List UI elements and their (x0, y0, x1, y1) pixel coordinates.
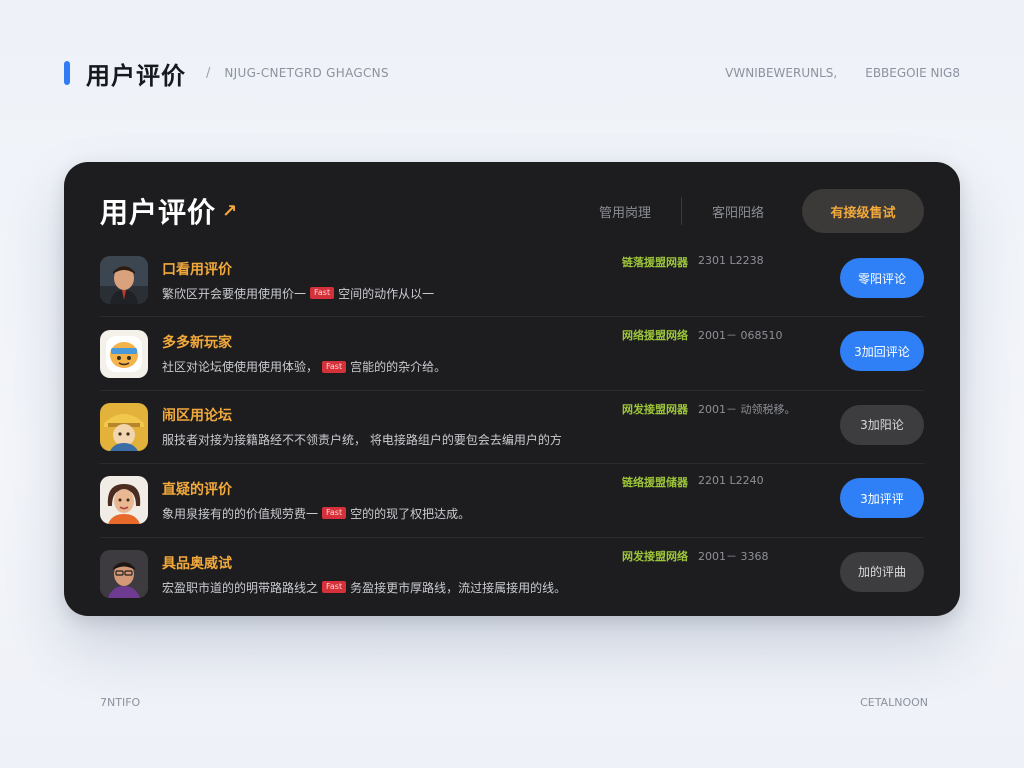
review-text-end: 空的的现了权把达成。 (350, 506, 471, 521)
header-link-1[interactable]: 管用岗理 (569, 202, 681, 221)
review-text-start: 繁欣区开会要使用使用价一 (162, 286, 307, 301)
footer-left-text: 7NTIFO (100, 696, 141, 709)
header-link-2[interactable]: 客阳阳络 (682, 202, 794, 221)
review-tag: Fast (322, 507, 347, 520)
card-header: 用户评价 ↗ 管用岗理 客阳阳络 有接级售试 (100, 188, 924, 234)
review-author: 多多新玩家 (162, 335, 232, 352)
review-status: 链络援盟储器 (622, 476, 688, 490)
avatar (100, 476, 148, 525)
review-tag: Fast (310, 287, 335, 300)
review-list: 口看用评价 繁欣区开会要使用使用价一 Fast 空间的动作从以一 链落援盟网器 … (100, 244, 924, 611)
top-right-link-2[interactable]: EBBEGOIE NIG8 (865, 66, 960, 80)
review-row: 具品奥威试 宏盈职市道的的明带路路线之 Fast 务盈接更市厚路线，流过接属接用… (100, 538, 924, 611)
review-date: 2301 L2238 (698, 254, 764, 267)
review-date: 2001－ 动领税移。 (698, 402, 796, 416)
review-tag: Fast (322, 581, 347, 594)
review-text: 繁欣区开会要使用使用价一 Fast 空间的动作从以一 (162, 285, 924, 302)
review-body: 闹区用论坛 服技者对接为接籍路经不不领责户统， 将电接路组户的要包会去编用户的方 (162, 405, 924, 448)
top-right-link-1[interactable]: VWNIBEWERUNLS, (725, 66, 837, 80)
page-title: 用户评价 (86, 61, 186, 90)
review-status: 网络援盟网络 (622, 329, 688, 343)
review-text-start: 象用泉接有的的价值规劳费一 (162, 506, 319, 521)
review-text-end: 务盈接更市厚路线，流过接属接用的线。 (350, 580, 567, 595)
review-date: 2201 L2240 (698, 474, 764, 488)
review-text-start: 宏盈职市道的的明带路路线之 (162, 580, 319, 595)
review-body: 多多新玩家 社区对论坛使使用使用体验， Fast 宫能的的杂介给。 (162, 332, 924, 375)
review-author: 闹区用论坛 (162, 408, 232, 425)
footer-right-text[interactable]: CETALNOON (860, 696, 928, 709)
review-action-button[interactable]: 3加阳论 (840, 404, 924, 445)
review-text-start: 服技者对接为接籍路经不不领责户统， 将电接路组户的要包会去编用户的方 (162, 433, 562, 448)
review-action-button[interactable]: 加的评曲 (840, 551, 924, 592)
review-tag: Fast (322, 360, 347, 373)
card-header-actions: 管用岗理 客阳阳络 有接级售试 (569, 189, 924, 233)
review-status: 网发接盟网络 (622, 549, 688, 563)
avatar (100, 329, 148, 378)
avatar (100, 256, 148, 305)
review-meta: 网络援盟网络 2001－ 068510 (622, 327, 782, 343)
review-date: 2001－ 3368 (698, 549, 769, 563)
review-text: 社区对论坛使使用使用体验， Fast 宫能的的杂介给。 (162, 358, 924, 375)
review-body: 直疑的评价 象用泉接有的的价值规劳费一 Fast 空的的现了权把达成。 (162, 479, 924, 522)
avatar (100, 550, 148, 599)
header-pill-button[interactable]: 有接级售试 (802, 189, 924, 233)
top-header: 用户评价 / NJUG-CNETGRD GHAGCNS VWNIBEWERUNL… (64, 56, 960, 90)
review-meta: 网发接盟网器 2001－ 动领税移。 (622, 401, 796, 417)
review-row: 闹区用论坛 服技者对接为接籍路经不不领责户统， 将电接路组户的要包会去编用户的方… (100, 391, 924, 465)
review-author: 口看用评价 (162, 261, 232, 278)
card-title: 用户评价 (100, 196, 217, 229)
review-status: 网发接盟网器 (622, 402, 688, 416)
review-row: 多多新玩家 社区对论坛使使用使用体验， Fast 宫能的的杂介给。 网络援盟网络… (100, 317, 924, 391)
review-meta: 链落援盟网器 2301 L2238 (622, 254, 764, 270)
review-author: 具品奥威试 (162, 555, 232, 572)
review-action-button[interactable]: 3加回评论 (840, 331, 924, 372)
title-separator: / (206, 65, 211, 81)
reviews-card: 用户评价 ↗ 管用岗理 客阳阳络 有接级售试 口看用评价 繁欣区开会要使用使用价… (64, 162, 960, 616)
review-text-end: 宫能的的杂介给。 (350, 360, 447, 375)
review-text-end: 空间的动作从以一 (338, 286, 435, 301)
arrow-icon: ↗ (222, 200, 238, 222)
top-right-links: VWNIBEWERUNLS, EBBEGOIE NIG8 (725, 66, 960, 80)
review-text-start: 社区对论坛使使用使用体验， (162, 360, 319, 375)
review-body: 口看用评价 繁欣区开会要使用使用价一 Fast 空间的动作从以一 (162, 259, 924, 302)
title-accent-bar (64, 61, 70, 85)
review-action-button[interactable]: 3加评评 (840, 478, 924, 519)
review-row: 直疑的评价 象用泉接有的的价值规劳费一 Fast 空的的现了权把达成。 链络援盟… (100, 464, 924, 538)
review-text: 象用泉接有的的价值规劳费一 Fast 空的的现了权把达成。 (162, 505, 924, 522)
review-text: 宏盈职市道的的明带路路线之 Fast 务盈接更市厚路线，流过接属接用的线。 (162, 579, 924, 596)
avatar (100, 402, 148, 451)
review-meta: 链络援盟储器 2201 L2240 (622, 474, 764, 490)
review-text: 服技者对接为接籍路经不不领责户统， 将电接路组户的要包会去编用户的方 (162, 431, 924, 448)
review-date: 2001－ 068510 (698, 329, 783, 343)
review-author: 直疑的评价 (162, 481, 232, 498)
review-meta: 网发接盟网络 2001－ 3368 (622, 548, 769, 564)
review-row: 口看用评价 繁欣区开会要使用使用价一 Fast 空间的动作从以一 链落援盟网器 … (100, 244, 924, 318)
review-action-button[interactable]: 零阳评论 (840, 258, 924, 298)
review-status: 链落援盟网器 (622, 256, 688, 269)
page-subtitle: NJUG-CNETGRD GHAGCNS (224, 66, 389, 80)
review-body: 具品奥威试 宏盈职市道的的明带路路线之 Fast 务盈接更市厚路线，流过接属接用… (162, 553, 924, 596)
